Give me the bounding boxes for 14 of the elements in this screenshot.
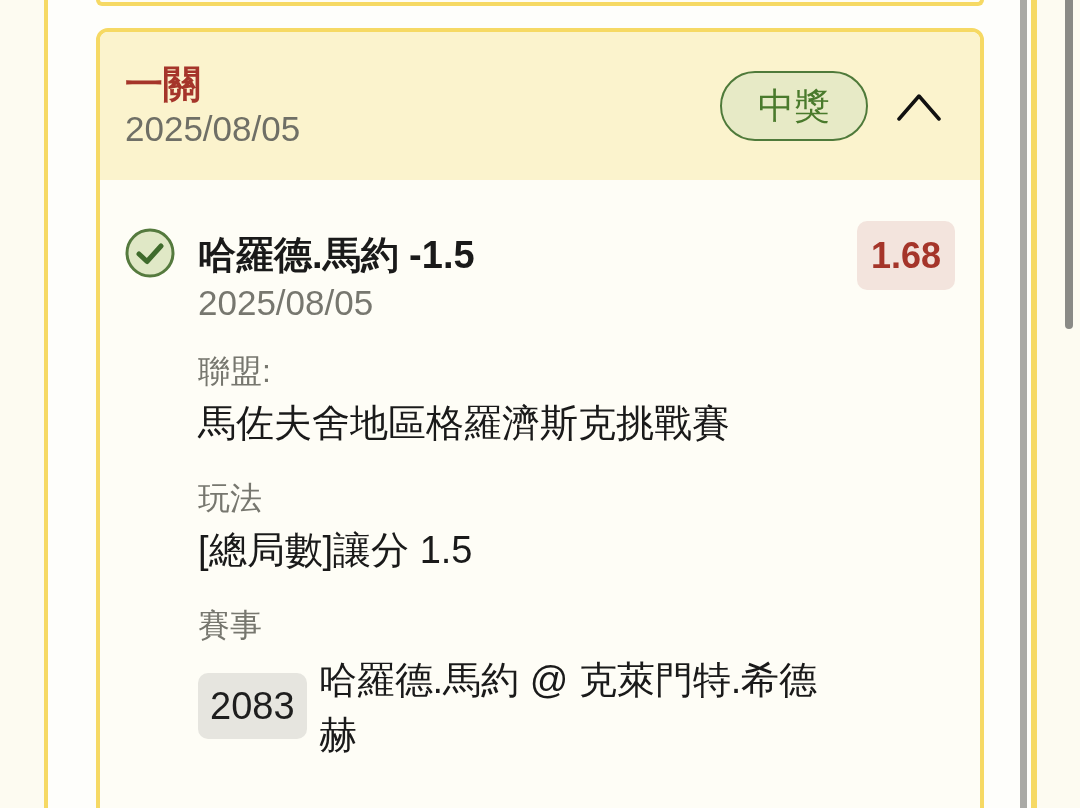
ticket-title: 一關 — [125, 62, 202, 107]
event-number: 2083 — [198, 673, 307, 739]
field-label: 聯盟: — [198, 352, 272, 391]
ticket-date: 2025/08/05 — [125, 108, 301, 150]
selection-date: 2025/08/05 — [198, 282, 375, 324]
chevron-up-icon — [897, 91, 941, 121]
field-value: 馬佐夫舍地區格羅濟斯克挑戰賽 — [198, 401, 731, 446]
field-value: [總局數]讓分 1.5 — [198, 528, 474, 573]
odds-value: 1.68 — [856, 221, 955, 290]
field-label: 玩法 — [198, 479, 263, 518]
field-label: 賽事 — [198, 606, 263, 645]
status-badge: 中獎 — [720, 71, 868, 141]
event-name: 哈羅德.馬約 @ 克萊門特.希德赫 — [318, 658, 819, 758]
selection-name: 哈羅德.馬約 -1.5 — [198, 233, 476, 278]
